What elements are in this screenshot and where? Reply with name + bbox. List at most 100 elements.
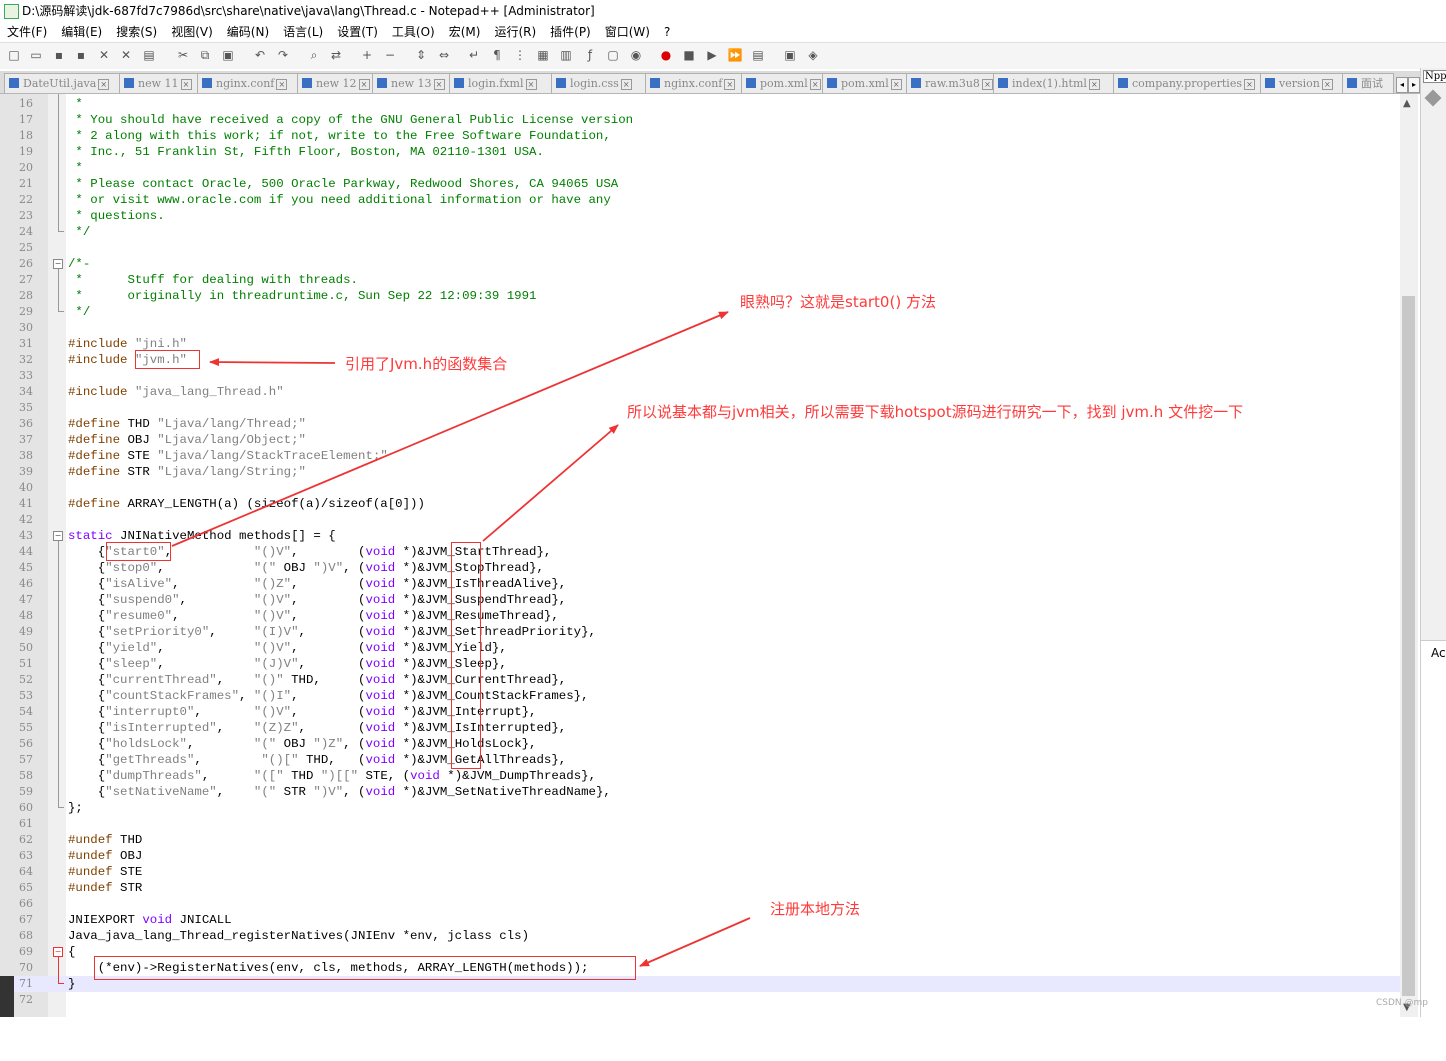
- cut-icon[interactable]: ✂: [175, 47, 191, 63]
- close-icon[interactable]: ✕: [96, 47, 112, 63]
- menu-item[interactable]: 文件(F): [0, 22, 54, 42]
- tab-close-icon[interactable]: ×: [1321, 79, 1333, 90]
- code-text[interactable]: {"yield", "()V", (void *)&JVM_Yield},: [68, 640, 507, 656]
- scroll-up-icon[interactable]: ▲: [1403, 98, 1411, 109]
- pin-icon[interactable]: [1424, 89, 1442, 107]
- tab-close-icon[interactable]: ×: [98, 79, 110, 90]
- tab-scroll-right-icon[interactable]: ▸: [1408, 77, 1420, 93]
- open-file-icon[interactable]: ▭: [28, 47, 44, 63]
- save-macro-icon[interactable]: ▤: [750, 47, 766, 63]
- code-text[interactable]: {"currentThread", "()" THD, (void *)&JVM…: [68, 672, 567, 688]
- show-all-chars-icon[interactable]: ¶: [489, 47, 505, 63]
- print-icon[interactable]: ▤: [141, 47, 157, 63]
- sync-v-icon[interactable]: ⇕: [413, 47, 429, 63]
- zoom-in-icon[interactable]: +: [359, 47, 375, 63]
- save-icon[interactable]: ▪: [51, 47, 67, 63]
- doc-map-icon[interactable]: ▥: [558, 47, 574, 63]
- copy-icon[interactable]: ⧉: [197, 47, 213, 63]
- code-text[interactable]: {: [68, 944, 75, 960]
- monitor-icon[interactable]: ◉: [628, 47, 644, 63]
- tab-11[interactable]: index(1).html ×: [993, 73, 1114, 93]
- tab-close-icon[interactable]: ×: [180, 79, 192, 90]
- redo-icon[interactable]: ↷: [275, 47, 291, 63]
- code-text[interactable]: * originally in threadruntime.c, Sun Sep…: [68, 288, 536, 304]
- tab-7[interactable]: nginx.conf ×: [645, 73, 742, 93]
- code-text[interactable]: #define OBJ "Ljava/lang/Object;": [68, 432, 306, 448]
- tab-10[interactable]: raw.m3u8 ×: [906, 73, 994, 93]
- menu-item[interactable]: 编辑(E): [54, 22, 109, 42]
- tab-8[interactable]: pom.xml ×: [741, 73, 823, 93]
- tab-close-icon[interactable]: ×: [620, 79, 632, 90]
- menu-item[interactable]: 工具(O): [385, 22, 442, 42]
- tab-close-icon[interactable]: ×: [890, 79, 902, 90]
- code-text[interactable]: * or visit www.oracle.com if you need ad…: [68, 192, 610, 208]
- side-panel-label[interactable]: NppF: [1423, 70, 1446, 83]
- code-text[interactable]: {"dumpThreads", "([" THD ")[[" STE, (voi…: [68, 768, 596, 784]
- code-text[interactable]: * Stuff for dealing with threads.: [68, 272, 358, 288]
- code-text[interactable]: {"isInterrupted", "(Z)Z", (void *)&JVM_I…: [68, 720, 567, 736]
- function-list-icon[interactable]: ƒ: [582, 47, 598, 63]
- menu-item[interactable]: 运行(R): [487, 22, 543, 42]
- code-text[interactable]: };: [68, 800, 83, 816]
- code-text[interactable]: #define STR "Ljava/lang/String;": [68, 464, 306, 480]
- tab-1[interactable]: new 11 ×: [119, 73, 198, 93]
- tab-close-icon[interactable]: ×: [1243, 79, 1255, 90]
- menu-item[interactable]: 语言(L): [276, 22, 330, 42]
- code-text[interactable]: * Please contact Oracle, 500 Oracle Park…: [68, 176, 618, 192]
- menu-item[interactable]: 编码(N): [220, 22, 276, 42]
- tab-close-icon[interactable]: ×: [1088, 79, 1100, 90]
- code-text[interactable]: #undef STE: [68, 864, 142, 880]
- code-text[interactable]: #undef THD: [68, 832, 142, 848]
- code-text[interactable]: {"countStackFrames", "()I", (void *)&JVM…: [68, 688, 589, 704]
- tab-3[interactable]: new 12 ×: [297, 73, 373, 93]
- tab-close-icon[interactable]: ×: [358, 79, 370, 90]
- code-text[interactable]: * Inc., 51 Franklin St, Fifth Floor, Bos…: [68, 144, 543, 160]
- tab-close-icon[interactable]: ×: [525, 79, 537, 90]
- code-text[interactable]: JNIEXPORT void JNICALL: [68, 912, 232, 928]
- tab-14[interactable]: 面试: [1342, 73, 1394, 93]
- play-multiple-icon[interactable]: ⏩: [727, 47, 743, 63]
- menu-item[interactable]: 窗口(W): [598, 22, 657, 42]
- code-text[interactable]: {"isAlive", "()Z", (void *)&JVM_IsThread…: [68, 576, 567, 592]
- tab-13[interactable]: version ×: [1260, 73, 1343, 93]
- tab-close-icon[interactable]: ×: [276, 79, 288, 90]
- tab-scroll-buttons[interactable]: ◂ ▸: [1396, 72, 1420, 93]
- plugin-b-icon[interactable]: ◈: [805, 47, 821, 63]
- fold-toggle-icon[interactable]: −: [53, 531, 63, 541]
- tab-close-icon[interactable]: ×: [724, 79, 736, 90]
- word-wrap-icon[interactable]: ↵: [466, 47, 482, 63]
- record-macro-icon[interactable]: ●: [658, 47, 674, 63]
- tab-5[interactable]: login.fxml ×: [449, 73, 552, 93]
- code-text[interactable]: #include "java_lang_Thread.h": [68, 384, 284, 400]
- menu-item[interactable]: 搜索(S): [109, 22, 164, 42]
- udl-icon[interactable]: ▦: [535, 47, 551, 63]
- code-text[interactable]: {"suspend0", "()V", (void *)&JVM_Suspend…: [68, 592, 567, 608]
- code-text[interactable]: }: [68, 976, 75, 992]
- save-all-icon[interactable]: ▪: [73, 47, 89, 63]
- code-text[interactable]: {"resume0", "()V", (void *)&JVM_ResumeTh…: [68, 608, 559, 624]
- close-all-icon[interactable]: ✕: [118, 47, 134, 63]
- fold-toggle-icon[interactable]: −: [53, 947, 63, 957]
- code-text[interactable]: #define STE "Ljava/lang/StackTraceElemen…: [68, 448, 388, 464]
- tab-4[interactable]: new 13 ×: [372, 73, 450, 93]
- menu-item[interactable]: 设置(T): [330, 22, 385, 42]
- find-icon[interactable]: ⌕: [306, 47, 322, 63]
- menu-item[interactable]: 视图(V): [164, 22, 220, 42]
- code-text[interactable]: #undef STR: [68, 880, 142, 896]
- tab-6[interactable]: login.css ×: [551, 73, 646, 93]
- tab-close-icon[interactable]: ×: [809, 79, 821, 90]
- menu-item[interactable]: 插件(P): [543, 22, 598, 42]
- menu-item[interactable]: ?: [657, 22, 677, 42]
- tab-close-icon[interactable]: ×: [981, 79, 993, 90]
- menu-item[interactable]: 宏(M): [442, 22, 488, 42]
- replace-icon[interactable]: ⇄: [328, 47, 344, 63]
- code-editor[interactable]: 16 * 17 * You should have received a copy…: [0, 94, 1400, 1017]
- plugin-a-icon[interactable]: ▣: [782, 47, 798, 63]
- code-text[interactable]: */: [68, 304, 90, 320]
- code-text[interactable]: Java_java_lang_Thread_registerNatives(JN…: [68, 928, 529, 944]
- code-text[interactable]: #undef OBJ: [68, 848, 142, 864]
- stop-macro-icon[interactable]: ■: [681, 47, 697, 63]
- scrollbar-thumb[interactable]: [1402, 296, 1415, 996]
- code-text[interactable]: {"setNativeName", "(" STR ")V", (void *)…: [68, 784, 611, 800]
- code-text[interactable]: * You should have received a copy of the…: [68, 112, 633, 128]
